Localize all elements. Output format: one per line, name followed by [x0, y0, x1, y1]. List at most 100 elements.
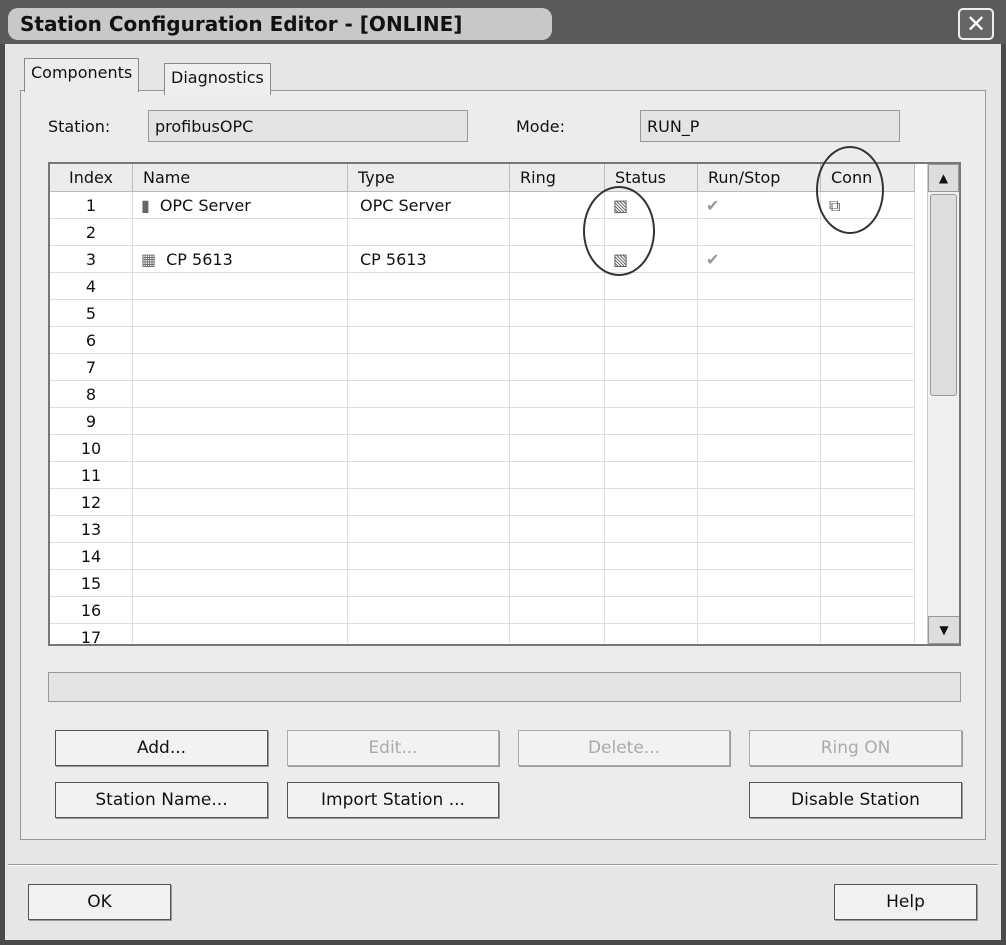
- table-cell-conn[interactable]: [821, 462, 915, 489]
- table-cell-conn[interactable]: [821, 327, 915, 354]
- table-cell-type[interactable]: [348, 462, 510, 489]
- table-cell-ring[interactable]: [510, 435, 605, 462]
- table-cell-conn[interactable]: [821, 273, 915, 300]
- table-cell-name[interactable]: [133, 354, 348, 381]
- table-cell-index[interactable]: 3: [50, 246, 133, 273]
- disable-station-button[interactable]: Disable Station: [749, 782, 962, 818]
- table-cell-run[interactable]: [698, 408, 821, 435]
- table-cell-run[interactable]: [698, 516, 821, 543]
- table-cell-type[interactable]: [348, 381, 510, 408]
- table-cell-index[interactable]: 6: [50, 327, 133, 354]
- table-cell-conn[interactable]: [821, 408, 915, 435]
- table-cell-name[interactable]: [133, 327, 348, 354]
- table-cell-type[interactable]: [348, 300, 510, 327]
- table-cell-status[interactable]: [605, 273, 698, 300]
- column-header[interactable]: Run/Stop: [698, 164, 821, 192]
- table-cell-ring[interactable]: [510, 516, 605, 543]
- table-cell-index[interactable]: 12: [50, 489, 133, 516]
- help-button[interactable]: Help: [834, 884, 977, 920]
- table-cell-index[interactable]: 13: [50, 516, 133, 543]
- table-cell-run[interactable]: [698, 300, 821, 327]
- ring-on-button[interactable]: Ring ON: [749, 730, 962, 766]
- table-cell-conn[interactable]: [821, 597, 915, 624]
- table-cell-name[interactable]: [133, 219, 348, 246]
- table-cell-ring[interactable]: [510, 273, 605, 300]
- table-cell-status[interactable]: [605, 543, 698, 570]
- table-cell-ring[interactable]: [510, 408, 605, 435]
- table-cell-run[interactable]: [698, 489, 821, 516]
- table-cell-type[interactable]: [348, 543, 510, 570]
- table-cell-run[interactable]: [698, 435, 821, 462]
- table-cell-run[interactable]: ✔: [698, 192, 821, 219]
- table-cell-status[interactable]: [605, 570, 698, 597]
- table-cell-status[interactable]: [605, 435, 698, 462]
- table-cell-ring[interactable]: [510, 597, 605, 624]
- delete-button[interactable]: Delete...: [518, 730, 730, 766]
- table-cell-type[interactable]: [348, 570, 510, 597]
- table-cell-status[interactable]: [605, 354, 698, 381]
- table-cell-type[interactable]: [348, 489, 510, 516]
- table-cell-type[interactable]: [348, 354, 510, 381]
- table-cell-index[interactable]: 16: [50, 597, 133, 624]
- table-cell-ring[interactable]: [510, 570, 605, 597]
- table-cell-name[interactable]: [133, 435, 348, 462]
- table-cell-ring[interactable]: [510, 624, 605, 644]
- table-cell-name[interactable]: [133, 597, 348, 624]
- table-cell-index[interactable]: 1: [50, 192, 133, 219]
- table-cell-conn[interactable]: [821, 381, 915, 408]
- edit-button[interactable]: Edit...: [287, 730, 499, 766]
- table-cell-type[interactable]: [348, 597, 510, 624]
- table-cell-name[interactable]: [133, 516, 348, 543]
- table-cell-ring[interactable]: [510, 300, 605, 327]
- table-cell-run[interactable]: [698, 219, 821, 246]
- table-cell-conn[interactable]: [821, 624, 915, 644]
- table-cell-conn[interactable]: [821, 570, 915, 597]
- table-cell-name[interactable]: [133, 408, 348, 435]
- table-cell-status[interactable]: [605, 327, 698, 354]
- table-cell-run[interactable]: [698, 354, 821, 381]
- table-cell-type[interactable]: [348, 624, 510, 644]
- table-cell-type[interactable]: [348, 516, 510, 543]
- table-cell-index[interactable]: 10: [50, 435, 133, 462]
- table-cell-status[interactable]: [605, 489, 698, 516]
- table-cell-run[interactable]: ✔: [698, 246, 821, 273]
- station-name-button[interactable]: Station Name...: [55, 782, 268, 818]
- scroll-up-arrow[interactable]: ▲: [928, 164, 959, 192]
- table-cell-run[interactable]: [698, 327, 821, 354]
- table-cell-run[interactable]: [698, 543, 821, 570]
- table-cell-status[interactable]: [605, 462, 698, 489]
- table-cell-conn[interactable]: [821, 300, 915, 327]
- scroll-thumb[interactable]: [930, 194, 957, 396]
- table-cell-type[interactable]: [348, 435, 510, 462]
- table-cell-index[interactable]: 4: [50, 273, 133, 300]
- tab-components[interactable]: Components: [24, 58, 140, 92]
- column-header[interactable]: Name: [133, 164, 348, 192]
- table-cell-type[interactable]: [348, 219, 510, 246]
- table-cell-index[interactable]: 11: [50, 462, 133, 489]
- table-cell-conn[interactable]: [821, 489, 915, 516]
- table-cell-conn[interactable]: [821, 246, 915, 273]
- table-cell-status[interactable]: [605, 624, 698, 644]
- table-cell-index[interactable]: 8: [50, 381, 133, 408]
- ok-button[interactable]: OK: [28, 884, 171, 920]
- table-cell-conn[interactable]: [821, 435, 915, 462]
- table-cell-name[interactable]: ▦ CP 5613: [133, 246, 348, 273]
- column-header[interactable]: Ring: [510, 164, 605, 192]
- table-cell-index[interactable]: 2: [50, 219, 133, 246]
- table-cell-ring[interactable]: [510, 543, 605, 570]
- table-cell-name[interactable]: [133, 489, 348, 516]
- table-cell-index[interactable]: 7: [50, 354, 133, 381]
- table-cell-status[interactable]: [605, 516, 698, 543]
- table-cell-name[interactable]: [133, 381, 348, 408]
- scroll-down-arrow[interactable]: ▼: [928, 616, 959, 644]
- table-cell-run[interactable]: [698, 624, 821, 644]
- table-cell-ring[interactable]: [510, 354, 605, 381]
- table-cell-name[interactable]: [133, 624, 348, 644]
- table-cell-run[interactable]: [698, 597, 821, 624]
- table-cell-status[interactable]: [605, 597, 698, 624]
- table-cell-run[interactable]: [698, 381, 821, 408]
- components-grid[interactable]: Index Name Type Ring Status Run/Stop Conn 1 ▮ OPC…: [48, 162, 961, 646]
- table-cell-run[interactable]: [698, 462, 821, 489]
- table-cell-name[interactable]: [133, 570, 348, 597]
- table-cell-name[interactable]: [133, 543, 348, 570]
